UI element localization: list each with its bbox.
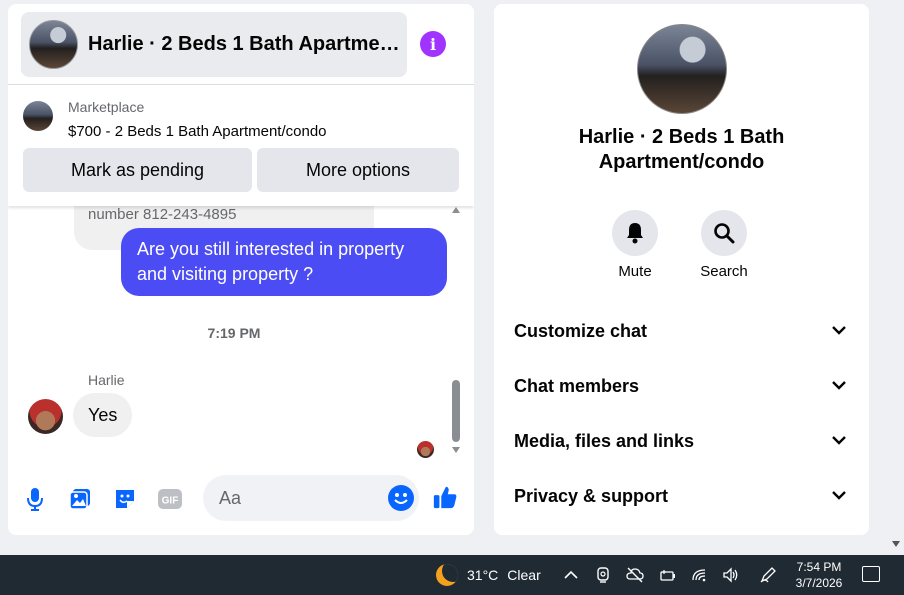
chevron-down-icon [832, 326, 846, 335]
mark-as-pending-button[interactable]: Mark as pending [23, 148, 252, 192]
info-title: Harlie · 2 Beds 1 Bath Apartment/condo [494, 125, 869, 175]
sender-avatar[interactable] [28, 399, 63, 434]
microphone-icon[interactable] [22, 486, 48, 512]
like-icon[interactable] [432, 484, 458, 510]
listing-thumbnail [23, 101, 53, 131]
notification-icon[interactable] [862, 566, 880, 582]
battery-icon[interactable] [658, 566, 676, 584]
info-title-text: Harlie · 2 Beds 1 Bath Apartment/condo [578, 126, 785, 173]
section-label: Chat members [514, 375, 640, 396]
listing-avatar-large[interactable] [637, 24, 727, 114]
section-chat-members[interactable]: Chat members [494, 363, 869, 409]
message-scrollbar[interactable] [449, 205, 463, 457]
marketplace-label: Marketplace [68, 99, 145, 115]
clock-date: 3/7/2026 [795, 576, 843, 590]
section-media-files-links[interactable]: Media, files and links [494, 418, 869, 464]
message-list: number 812-243-4895 Are you still intere… [8, 206, 474, 466]
wifi-icon[interactable] [691, 566, 709, 584]
listing-avatar [29, 20, 78, 69]
listing-price[interactable]: $700 - 2 Beds 1 Bath Apartment/condo [68, 123, 327, 140]
clock-time: 7:54 PM [796, 560, 842, 574]
taskbar: 31°C Clear 7:54 PM 3/7/2026 [0, 555, 904, 595]
message-input[interactable] [203, 475, 363, 521]
sender-name: Harlie [88, 372, 125, 388]
more-options-button[interactable]: More options [257, 148, 459, 192]
info-button[interactable]: i [420, 31, 446, 57]
mute-button[interactable] [612, 210, 658, 256]
page-scroll-down-icon[interactable] [892, 541, 900, 547]
chat-panel: Harlie · 2 Beds 1 Bath Apartment/condo i… [8, 4, 474, 535]
camera-icon[interactable] [594, 566, 612, 584]
svg-text:GIF: GIF [162, 496, 179, 507]
search-label: Search [700, 263, 748, 280]
partial-message-text: number 812-243-4895 [88, 206, 237, 223]
pen-icon[interactable] [759, 566, 777, 584]
info-icon: i [429, 34, 437, 54]
search-button[interactable] [701, 210, 747, 256]
volume-icon[interactable] [722, 566, 740, 584]
chat-header[interactable]: Harlie · 2 Beds 1 Bath Apartment/condo [21, 12, 407, 77]
conversation-info-panel: Harlie · 2 Beds 1 Bath Apartment/condo M… [494, 4, 869, 535]
mute-label: Mute [618, 263, 652, 280]
section-label: Privacy & support [514, 485, 669, 506]
chevron-down-icon [832, 381, 846, 390]
system-clock[interactable]: 7:54 PM 3/7/2026 [786, 559, 852, 591]
marketplace-card: Marketplace $700 - 2 Beds 1 Bath Apartme… [8, 84, 474, 206]
scroll-up-icon[interactable] [452, 207, 460, 213]
chevron-down-icon [832, 491, 846, 500]
chat-title: Harlie · 2 Beds 1 Bath Apartment/condo [88, 33, 404, 55]
message-bubble-outgoing[interactable]: Are you still interested in property and… [121, 228, 447, 296]
moon-icon [436, 564, 458, 586]
section-customize-chat[interactable]: Customize chat [494, 308, 869, 354]
composer: GIF [8, 472, 474, 528]
scroll-down-icon[interactable] [452, 447, 460, 453]
search-icon [714, 223, 735, 244]
bell-icon [627, 223, 643, 244]
sticker-icon[interactable] [112, 486, 138, 512]
cloud-off-icon[interactable] [626, 566, 644, 584]
scroll-thumb[interactable] [452, 380, 460, 442]
message-timestamp: 7:19 PM [207, 325, 261, 341]
section-label: Media, files and links [514, 430, 695, 451]
emoji-icon[interactable] [388, 485, 414, 511]
section-privacy-support[interactable]: Privacy & support [494, 473, 869, 519]
weather-temperature: 31°C [467, 567, 499, 583]
message-bubble-incoming[interactable]: Yes [73, 393, 133, 437]
gif-icon[interactable]: GIF [157, 486, 183, 512]
chevron-down-icon [832, 436, 846, 445]
chevron-up-icon[interactable] [562, 566, 580, 584]
weather-condition: Clear [507, 567, 541, 583]
seen-indicator-avatar [417, 441, 434, 458]
section-label: Customize chat [514, 320, 648, 341]
weather-widget[interactable]: 31°C Clear [436, 564, 541, 586]
photo-icon[interactable] [67, 486, 93, 512]
message-input-box[interactable] [203, 475, 419, 521]
